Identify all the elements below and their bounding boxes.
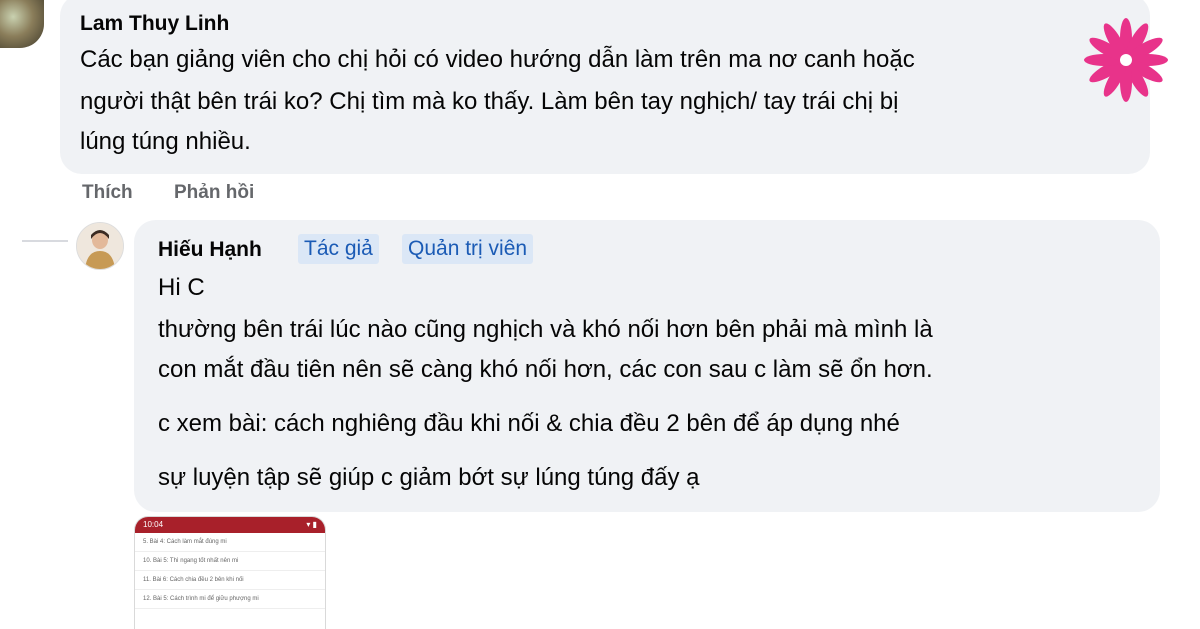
admin-badge[interactable]: Quản trị viên (402, 234, 534, 264)
like-button[interactable]: Thích (82, 182, 133, 204)
reply-author-avatar[interactable] (76, 222, 124, 270)
lesson-list-item: 10. Bài 5: Thì ngang tốt nhất nên mi (135, 552, 325, 571)
reply-author-name[interactable]: Hiếu Hạnh (158, 238, 262, 262)
comment-text-line: người thật bên trái ko? Chị tìm mà ko th… (80, 88, 899, 115)
comment-author-name[interactable]: Lam Thuy Linh (80, 12, 229, 36)
phone-signal-icon: ▾ ▮ (306, 520, 317, 529)
lesson-list-item: 11. Bài 6: Cách chia đều 2 bên khi nối (135, 571, 325, 590)
reply-text-line: Hi C (158, 274, 205, 301)
comment-text-line: Các bạn giảng viên cho chị hỏi có video … (80, 46, 915, 73)
reply-button[interactable]: Phản hồi (174, 182, 254, 204)
lotus-logo-icon (1084, 18, 1168, 102)
reply-text-line: c xem bài: cách nghiêng đầu khi nối & ch… (158, 410, 900, 437)
avatar-portrait-icon (77, 223, 123, 269)
phone-time: 10:04 (143, 520, 164, 529)
reply-text-line: sự luyện tập sẽ giúp c giảm bớt sự lúng … (158, 464, 700, 491)
comment-text-line: lúng túng nhiều. (80, 128, 251, 155)
phone-status-bar: 10:04 ▾ ▮ (135, 517, 325, 533)
attached-screenshot[interactable]: 10:04 ▾ ▮ 5. Bài 4: Cách làm mắt đúng mi… (134, 516, 326, 629)
commenter-avatar[interactable] (0, 0, 44, 48)
reply-text-line: con mắt đầu tiên nên sẽ càng khó nối hơn… (158, 356, 933, 383)
lesson-list-item: 5. Bài 4: Cách làm mắt đúng mi (135, 533, 325, 552)
author-badge[interactable]: Tác giả (298, 234, 379, 264)
reply-text-line: thường bên trái lúc nào cũng nghịch và k… (158, 316, 933, 343)
lesson-list-item: 12. Bài 5: Cách trình mi để giữu phượng … (135, 590, 325, 609)
thread-connector (22, 240, 68, 242)
